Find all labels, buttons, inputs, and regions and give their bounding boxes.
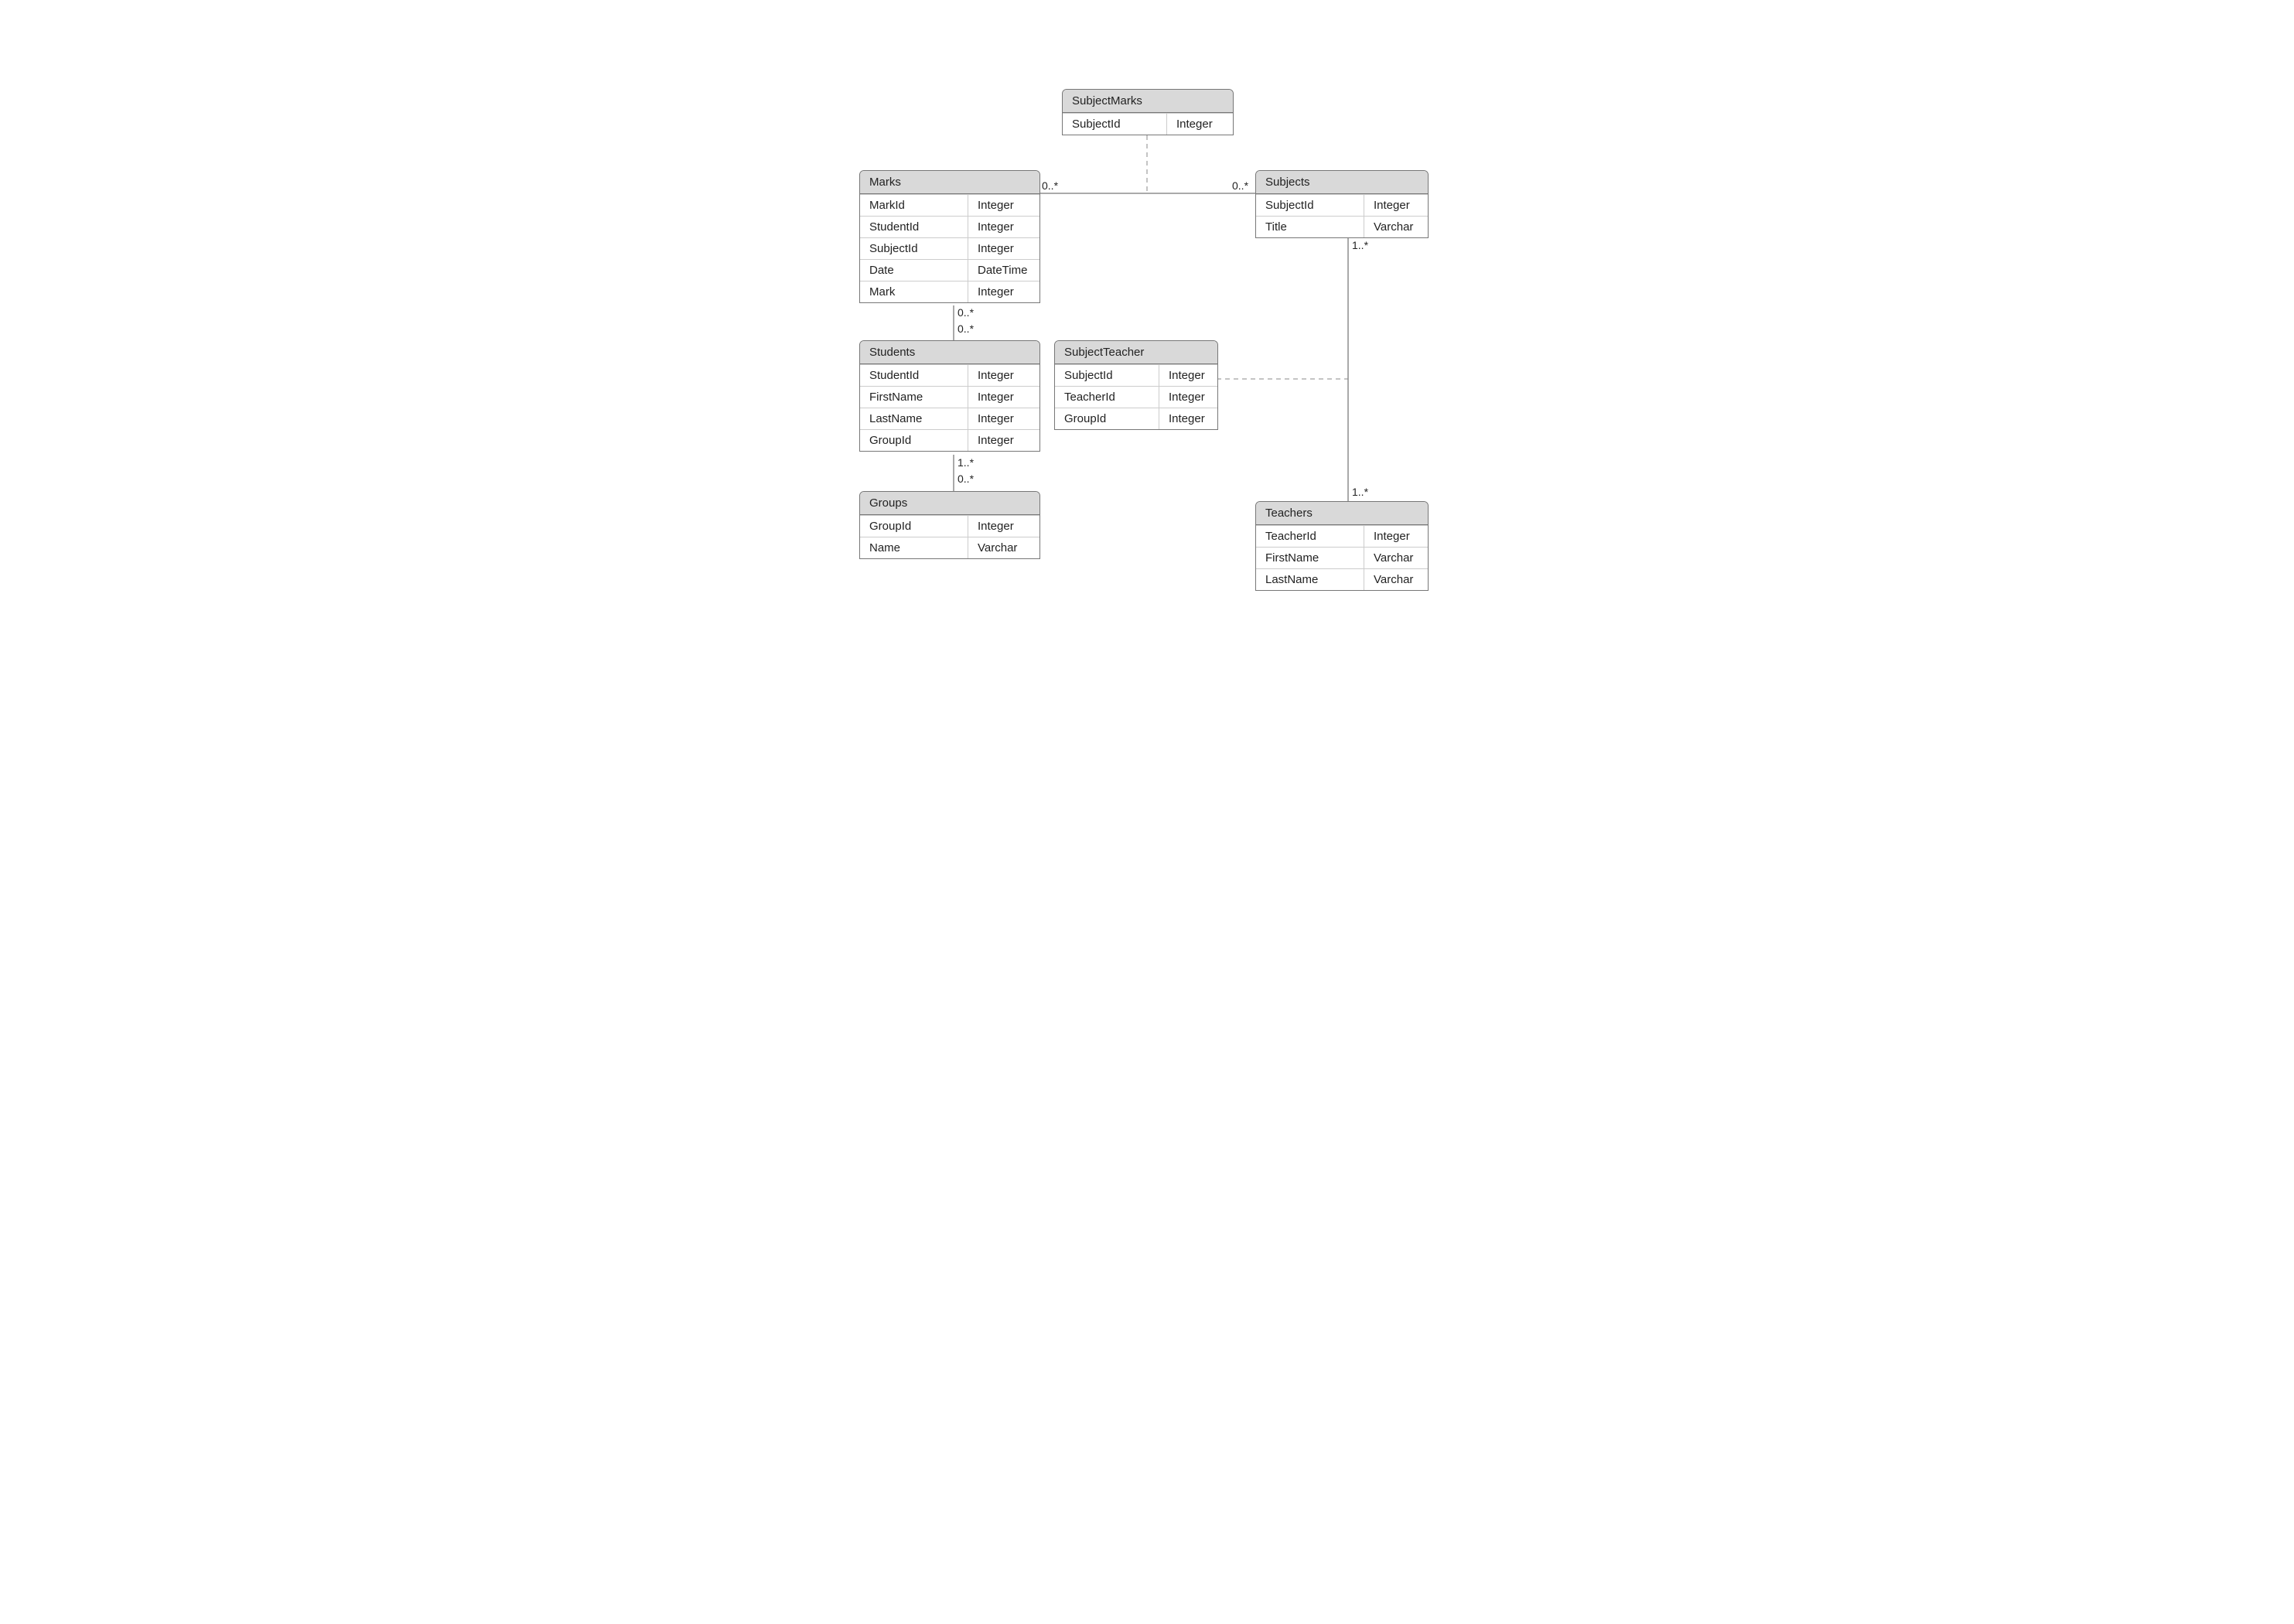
column-name: LastName: [860, 408, 968, 429]
multiplicity-label: 0..*: [958, 473, 974, 485]
column-name: Title: [1256, 217, 1364, 237]
entity-marks[interactable]: Marks MarkIdInteger StudentIdInteger Sub…: [859, 170, 1040, 303]
entity-groups[interactable]: Groups GroupIdInteger NameVarchar: [859, 491, 1040, 559]
multiplicity-label: 1..*: [1352, 239, 1368, 251]
table-row: GroupIdInteger: [1055, 408, 1217, 429]
column-type: Integer: [968, 387, 1039, 408]
column-type: Integer: [1159, 387, 1217, 408]
entity-title: SubjectTeacher: [1055, 341, 1217, 364]
table-row: GroupIdInteger: [860, 429, 1039, 451]
column-name: SubjectId: [1063, 114, 1167, 135]
column-type: Integer: [968, 217, 1039, 237]
table-row: TeacherIdInteger: [1055, 386, 1217, 408]
table-row: LastNameInteger: [860, 408, 1039, 429]
column-name: GroupId: [860, 516, 968, 537]
entity-title: Marks: [860, 171, 1039, 194]
column-type: Integer: [968, 365, 1039, 386]
entity-title: Groups: [860, 492, 1039, 515]
column-name: StudentId: [860, 217, 968, 237]
table-row: SubjectIdInteger: [860, 237, 1039, 259]
column-name: LastName: [1256, 569, 1364, 590]
column-type: Varchar: [1364, 569, 1428, 590]
entity-title: Students: [860, 341, 1039, 364]
column-name: FirstName: [1256, 548, 1364, 568]
entity-students[interactable]: Students StudentIdInteger FirstNameInteg…: [859, 340, 1040, 452]
column-type: Integer: [968, 408, 1039, 429]
diagram-canvas: SubjectMarks SubjectId Integer Marks Mar…: [652, 0, 1642, 701]
column-name: SubjectId: [1256, 195, 1364, 216]
entity-subjects[interactable]: Subjects SubjectIdInteger TitleVarchar: [1255, 170, 1429, 238]
column-name: GroupId: [860, 430, 968, 451]
column-type: Integer: [968, 430, 1039, 451]
column-type: Integer: [1167, 114, 1233, 135]
column-type: Varchar: [968, 537, 1039, 558]
table-row: StudentIdInteger: [860, 216, 1039, 237]
column-type: Integer: [1159, 365, 1217, 386]
column-type: Varchar: [1364, 548, 1428, 568]
entity-teachers[interactable]: Teachers TeacherIdInteger FirstNameVarch…: [1255, 501, 1429, 591]
column-name: SubjectId: [860, 238, 968, 259]
column-name: MarkId: [860, 195, 968, 216]
multiplicity-label: 1..*: [1352, 486, 1368, 498]
table-row: SubjectIdInteger: [1055, 364, 1217, 386]
column-type: Integer: [968, 281, 1039, 302]
multiplicity-label: 0..*: [958, 322, 974, 335]
table-row: GroupIdInteger: [860, 515, 1039, 537]
column-type: DateTime: [968, 260, 1039, 281]
table-row: DateDateTime: [860, 259, 1039, 281]
entity-title: Subjects: [1256, 171, 1428, 194]
entity-title: Teachers: [1256, 502, 1428, 525]
multiplicity-label: 0..*: [958, 306, 974, 319]
table-row: MarkInteger: [860, 281, 1039, 302]
multiplicity-label: 0..*: [1042, 179, 1058, 192]
column-type: Integer: [968, 195, 1039, 216]
multiplicity-label: 1..*: [958, 456, 974, 469]
table-row: StudentIdInteger: [860, 364, 1039, 386]
column-type: Integer: [968, 238, 1039, 259]
table-row: LastNameVarchar: [1256, 568, 1428, 590]
entity-subjectmarks[interactable]: SubjectMarks SubjectId Integer: [1062, 89, 1234, 135]
column-name: SubjectId: [1055, 365, 1159, 386]
entity-subjectteacher[interactable]: SubjectTeacher SubjectIdInteger TeacherI…: [1054, 340, 1218, 430]
column-type: Integer: [1364, 526, 1428, 547]
table-row: MarkIdInteger: [860, 194, 1039, 216]
table-row: TeacherIdInteger: [1256, 525, 1428, 547]
column-name: Mark: [860, 281, 968, 302]
column-name: GroupId: [1055, 408, 1159, 429]
column-type: Integer: [1364, 195, 1428, 216]
column-name: Date: [860, 260, 968, 281]
column-type: Integer: [1159, 408, 1217, 429]
table-row: NameVarchar: [860, 537, 1039, 558]
table-row: SubjectIdInteger: [1256, 194, 1428, 216]
column-type: Integer: [968, 516, 1039, 537]
table-row: TitleVarchar: [1256, 216, 1428, 237]
column-name: TeacherId: [1055, 387, 1159, 408]
column-name: StudentId: [860, 365, 968, 386]
column-name: FirstName: [860, 387, 968, 408]
multiplicity-label: 0..*: [1232, 179, 1248, 192]
table-row: SubjectId Integer: [1063, 113, 1233, 135]
table-row: FirstNameVarchar: [1256, 547, 1428, 568]
column-name: Name: [860, 537, 968, 558]
entity-title: SubjectMarks: [1063, 90, 1233, 113]
column-name: TeacherId: [1256, 526, 1364, 547]
table-row: FirstNameInteger: [860, 386, 1039, 408]
column-type: Varchar: [1364, 217, 1428, 237]
